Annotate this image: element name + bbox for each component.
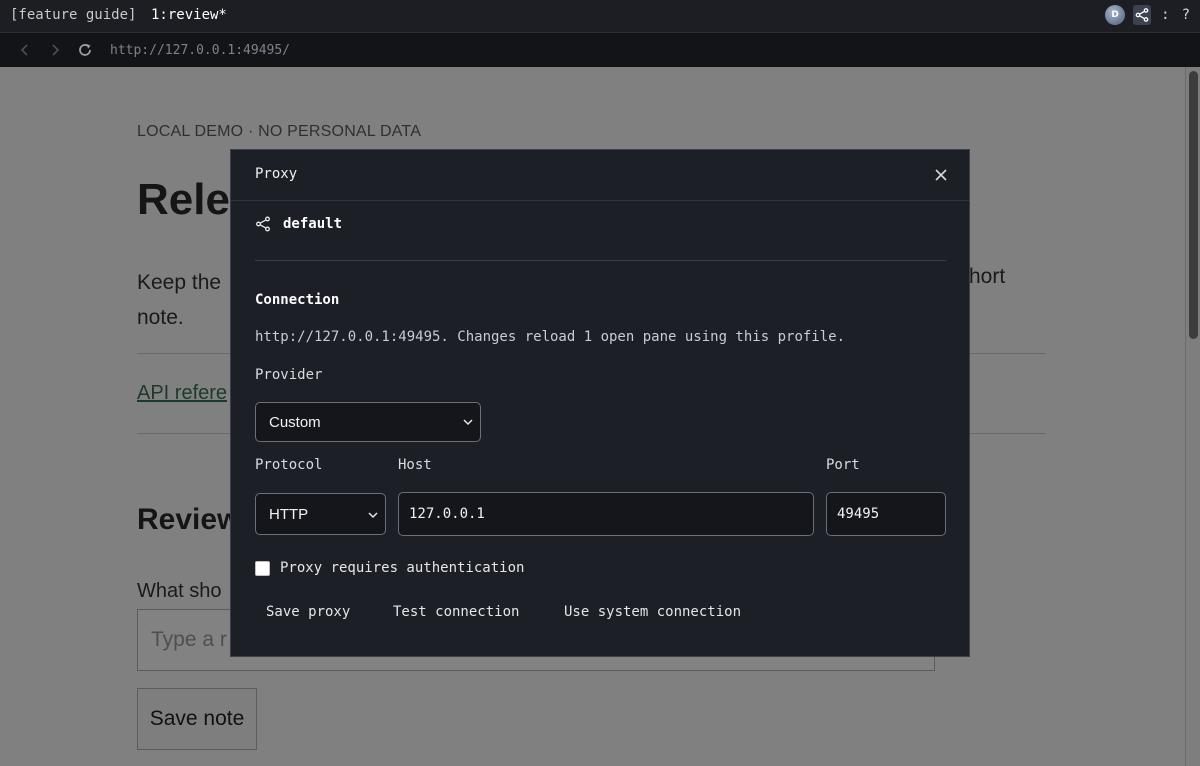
proxy-button[interactable] (1133, 5, 1152, 25)
lead-text-line2: note. (137, 306, 184, 329)
share-icon (256, 216, 270, 232)
auth-checkbox[interactable] (255, 560, 270, 576)
protocol-label: Protocol (255, 457, 323, 473)
page-eyebrow: LOCAL DEMO · NO PERSONAL DATA (137, 123, 422, 140)
auth-checkbox-row: Proxy requires authentication (255, 560, 524, 576)
save-note-button[interactable]: Save note (137, 688, 257, 750)
test-connection-button[interactable]: Test connection (393, 604, 519, 620)
close-button[interactable] (931, 165, 951, 185)
provider-label: Provider (255, 367, 323, 383)
provider-select[interactable]: Custom (255, 402, 481, 442)
protocol-value: HTTP (269, 505, 309, 523)
review-heading: Review (137, 503, 241, 536)
scrollbar[interactable] (1185, 67, 1200, 766)
scrollbar-thumb[interactable] (1189, 71, 1198, 339)
share-icon (1135, 8, 1149, 22)
auth-checkbox-label[interactable]: Proxy requires authentication (280, 560, 524, 576)
forward-button[interactable] (40, 35, 70, 65)
address-bar[interactable]: http://127.0.0.1:49495/ (110, 43, 290, 58)
host-label: Host (398, 457, 432, 473)
help-button[interactable]: ? (1180, 7, 1192, 23)
lead-text-right: hort (969, 265, 1006, 288)
reload-icon (79, 44, 91, 56)
dialog-title: Proxy (255, 166, 298, 182)
proxy-dialog: Proxy default Connection http://127.0.0.… (230, 149, 970, 657)
chevron-down-icon (463, 419, 473, 426)
chevron-left-icon (20, 44, 28, 56)
host-value: 127.0.0.1 (409, 506, 485, 522)
use-system-connection-button[interactable]: Use system connection (564, 604, 741, 620)
tmux-status-bar: [feature guide] 1:review* D : ? (0, 0, 1200, 33)
profile-avatar[interactable]: D (1105, 5, 1126, 25)
protocol-select[interactable]: HTTP (255, 493, 386, 535)
port-input[interactable]: 49495 (826, 492, 946, 536)
api-reference-link[interactable]: API refere (137, 382, 227, 405)
host-input[interactable]: 127.0.0.1 (398, 492, 814, 536)
window-tab-review[interactable]: 1:review* (151, 7, 227, 23)
divider (255, 260, 946, 261)
lead-text: Keep the (137, 271, 222, 294)
connection-description: http://127.0.0.1:49495. Changes reload 1… (255, 329, 846, 345)
profile-row: default (255, 216, 342, 232)
more-menu-button[interactable]: : (1159, 7, 1171, 23)
dialog-header: Proxy (231, 150, 969, 201)
save-proxy-button[interactable]: Save proxy (266, 604, 350, 620)
session-name: [feature guide] (10, 7, 137, 23)
close-icon (935, 169, 947, 181)
connection-heading: Connection (255, 292, 340, 308)
reload-button[interactable] (70, 35, 100, 65)
tabbar-actions: D : ? (1105, 5, 1192, 25)
provider-value: Custom (269, 413, 321, 431)
page-title: Rele (137, 175, 230, 224)
port-value: 49495 (837, 506, 880, 522)
note-placeholder: Type a r (151, 628, 227, 651)
profile-name: default (283, 216, 343, 232)
browser-toolbar: http://127.0.0.1:49495/ (0, 33, 1200, 67)
chevron-right-icon (52, 44, 60, 56)
port-label: Port (826, 457, 860, 473)
back-button[interactable] (10, 35, 40, 65)
note-label: What sho (137, 580, 222, 602)
chevron-down-icon (368, 512, 378, 519)
